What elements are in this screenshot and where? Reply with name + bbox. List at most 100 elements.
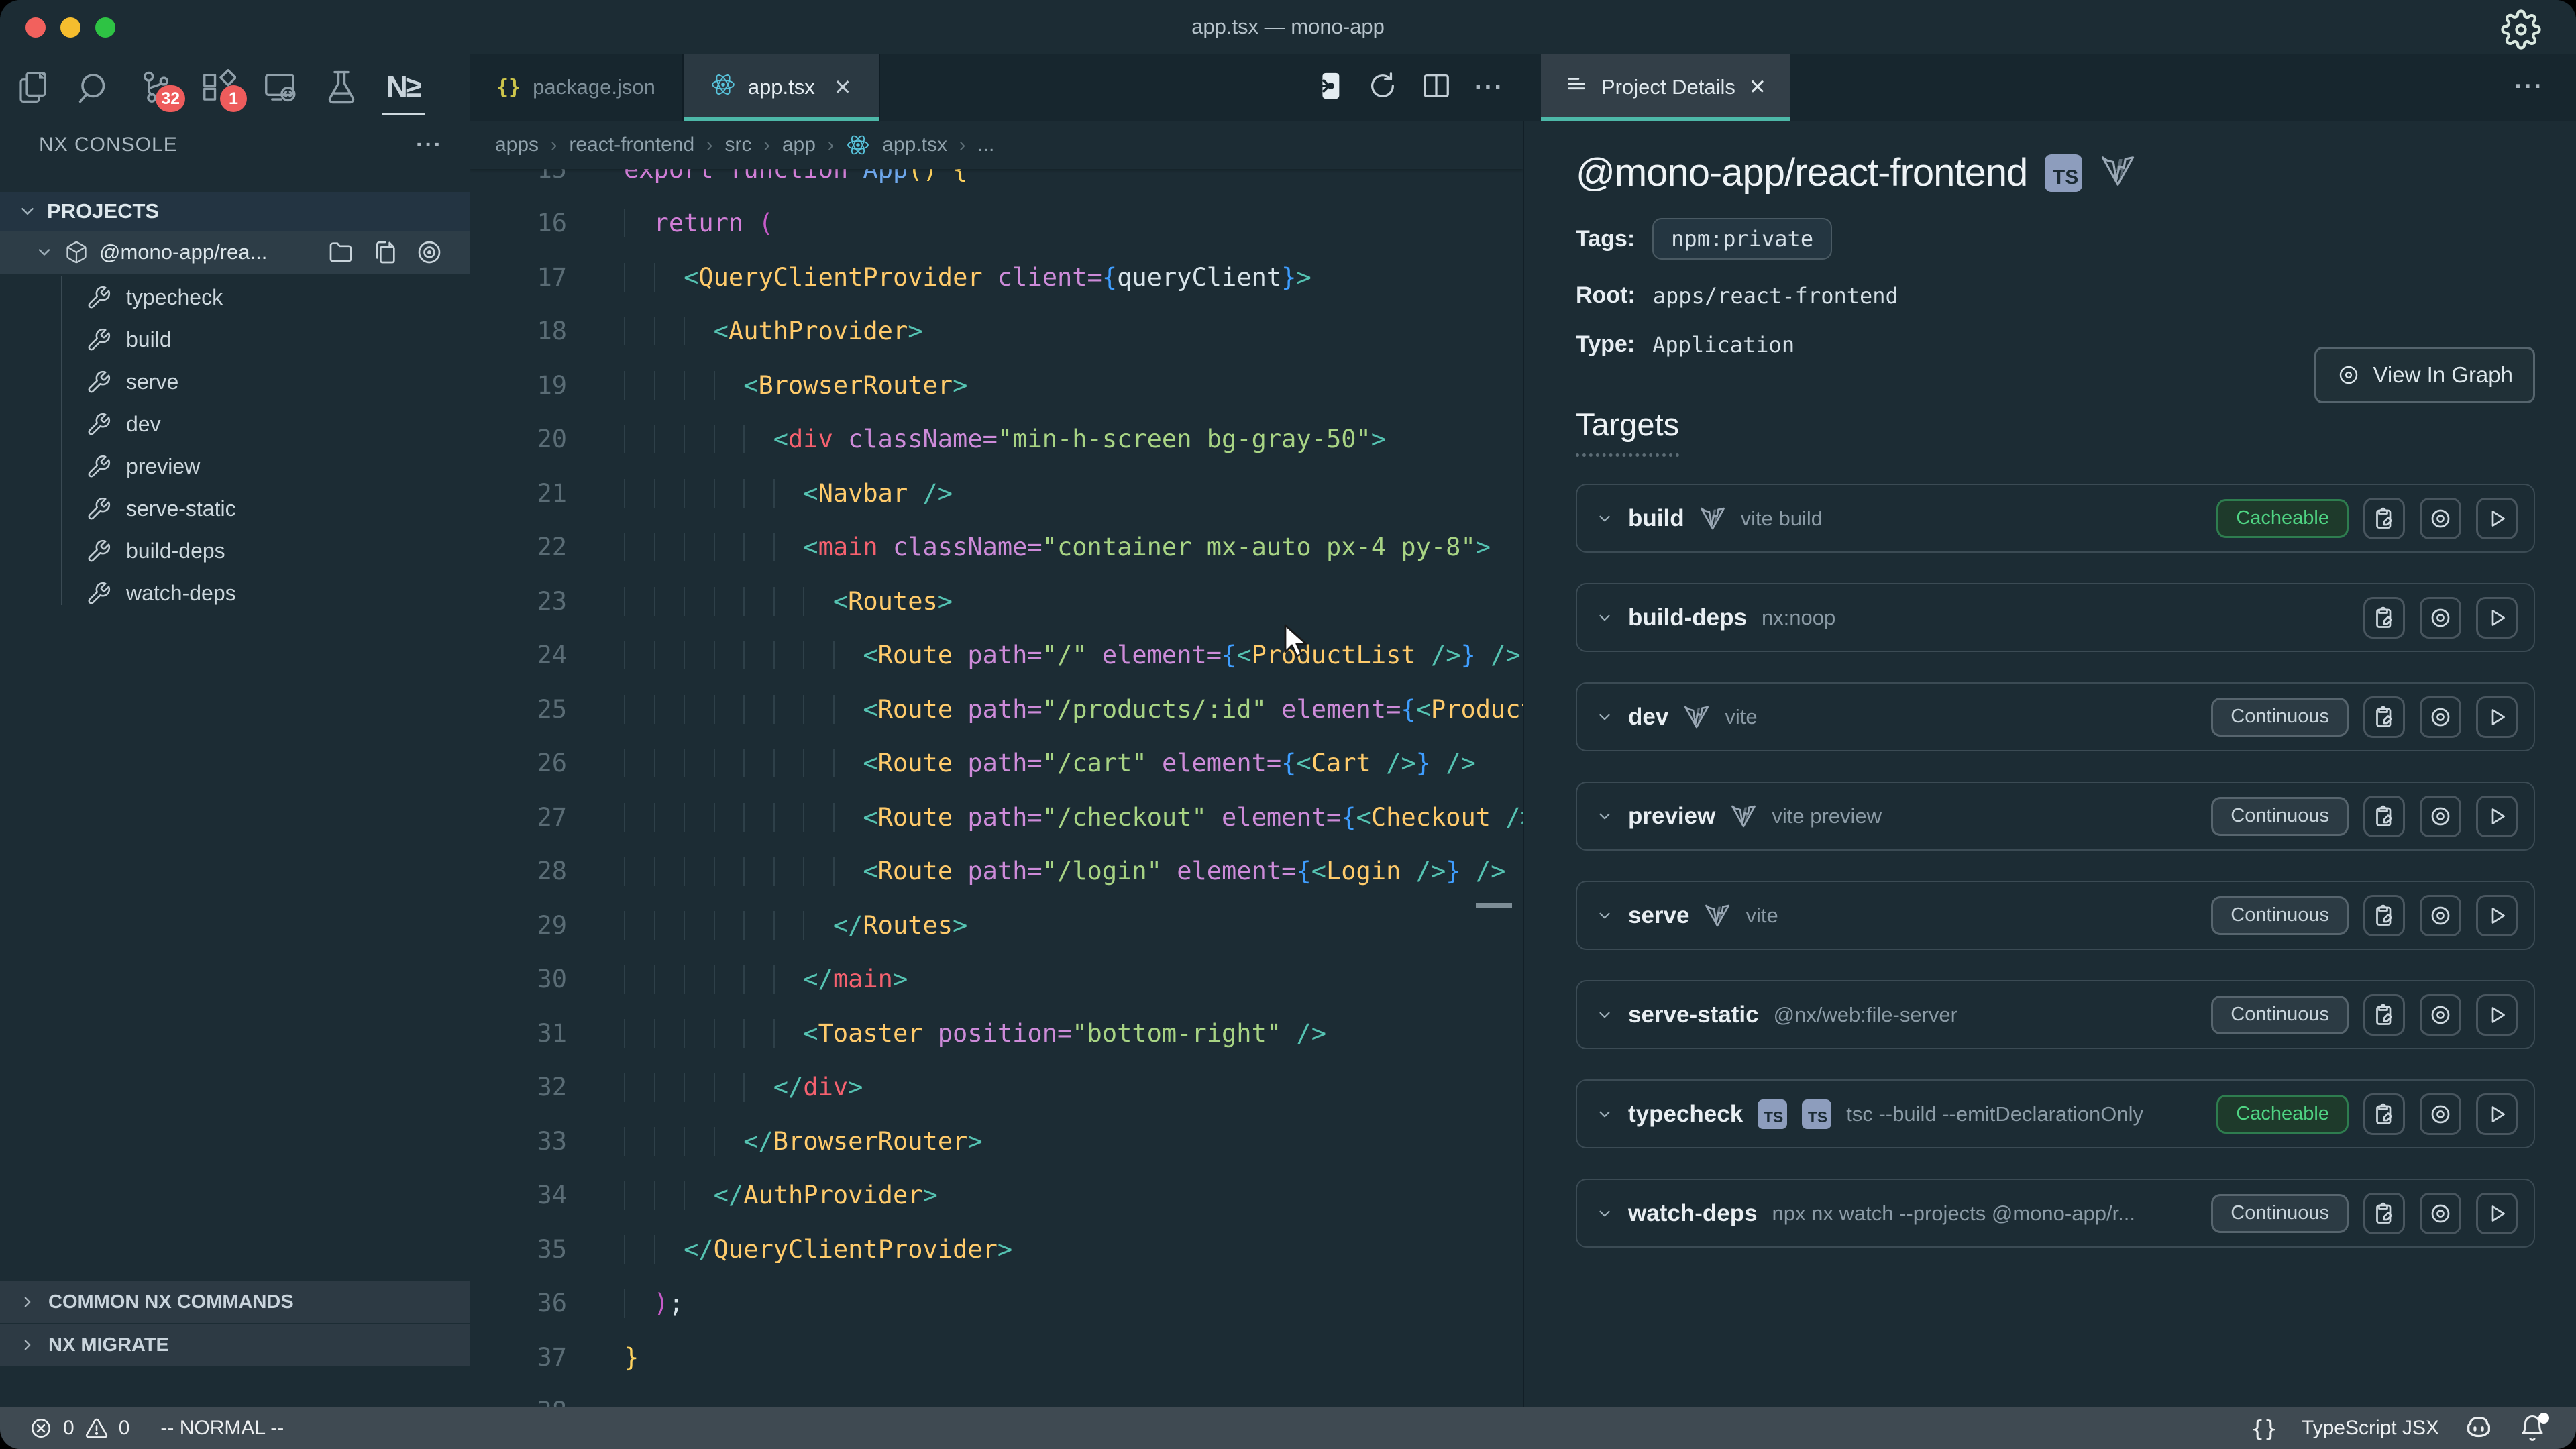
sidebar-target-typecheck[interactable]: typecheck xyxy=(0,276,470,319)
target-command: vite build xyxy=(1741,506,1823,531)
tab-package-json[interactable]: {} package.json xyxy=(470,54,684,121)
search-icon[interactable] xyxy=(76,69,113,105)
breadcrumb-separator: › xyxy=(551,134,557,156)
react-icon xyxy=(710,72,736,103)
chevron-down-icon[interactable] xyxy=(1596,1205,1613,1222)
close-panel-icon[interactable]: ✕ xyxy=(1749,75,1766,99)
copy-task-button[interactable] xyxy=(2363,796,2405,837)
breadcrumb-item[interactable]: ... xyxy=(977,133,994,156)
copy-task-button[interactable] xyxy=(2363,597,2405,639)
sidebar-more-icon[interactable]: ··· xyxy=(416,132,443,158)
chevron-down-icon[interactable] xyxy=(1596,808,1613,825)
view-in-graph-button[interactable] xyxy=(2420,1093,2461,1135)
copy-task-button[interactable] xyxy=(2363,696,2405,738)
breadcrumb-item[interactable]: app.tsx xyxy=(882,133,947,156)
breadcrumb-item[interactable]: react-frontend xyxy=(569,133,694,156)
sidebar-target-serve-static[interactable]: serve-static xyxy=(0,488,470,530)
errors-icon[interactable] xyxy=(30,1417,52,1440)
run-target-button[interactable] xyxy=(2476,696,2518,738)
copy-task-button[interactable] xyxy=(2363,498,2405,539)
breadcrumb-item[interactable]: src xyxy=(725,133,752,156)
sidebar-target-watch-deps[interactable]: watch-deps xyxy=(0,572,470,614)
chevron-down-icon[interactable] xyxy=(1596,907,1613,924)
copy-task-button[interactable] xyxy=(2363,1193,2405,1234)
view-in-graph-button[interactable] xyxy=(2420,498,2461,539)
view-in-graph-button[interactable] xyxy=(2420,994,2461,1036)
run-target-button[interactable] xyxy=(2476,498,2518,539)
code-line-37: 37} xyxy=(470,1330,1523,1385)
settings-gear-icon[interactable] xyxy=(2501,9,2541,50)
open-changes-icon[interactable] xyxy=(1313,70,1344,105)
chevron-down-icon xyxy=(17,201,38,221)
copy-file-icon[interactable] xyxy=(372,239,398,266)
run-target-button[interactable] xyxy=(2476,1093,2518,1135)
sidebar-target-build-deps[interactable]: build-deps xyxy=(0,530,470,572)
code-editor[interactable]: 15export function App() {16return (17<Qu… xyxy=(470,121,1523,1407)
line-number: 18 xyxy=(470,317,567,345)
chevron-down-icon[interactable] xyxy=(1596,1006,1613,1024)
wrench-icon xyxy=(86,370,111,395)
warnings-icon[interactable] xyxy=(85,1417,108,1440)
copilot-icon[interactable] xyxy=(2463,1413,2494,1444)
line-number: 38 xyxy=(470,1397,567,1407)
target-icon[interactable] xyxy=(416,239,443,266)
chevron-down-icon[interactable] xyxy=(1596,708,1613,726)
chevron-down-icon[interactable] xyxy=(1596,510,1613,527)
explorer-icon[interactable] xyxy=(15,69,51,105)
nx-console-icon[interactable]: N≥ xyxy=(385,69,421,105)
project-title: @mono-app/react-frontend xyxy=(1576,150,2027,195)
source-control-icon[interactable]: 32 xyxy=(138,69,174,105)
copy-task-button[interactable] xyxy=(2363,1093,2405,1135)
view-in-graph-button[interactable] xyxy=(2420,1193,2461,1234)
extensions-icon[interactable]: 1 xyxy=(200,69,236,105)
copy-task-button[interactable] xyxy=(2363,994,2405,1036)
projects-section-header[interactable]: PROJECTS xyxy=(0,192,470,231)
sidebar-target-build[interactable]: build xyxy=(0,319,470,361)
view-in-graph-button[interactable]: View In Graph xyxy=(2314,347,2535,403)
tab-project-details[interactable]: Project Details ✕ xyxy=(1541,54,1790,121)
view-in-graph-button[interactable] xyxy=(2420,696,2461,738)
code-line-22: 22<main className="container mx-auto px-… xyxy=(470,521,1523,575)
section-nx-migrate[interactable]: NX MIGRATE xyxy=(0,1324,470,1366)
copy-task-button[interactable] xyxy=(2363,895,2405,936)
view-in-graph-button[interactable] xyxy=(2420,597,2461,639)
chevron-down-icon[interactable] xyxy=(1596,1106,1613,1123)
view-in-graph-button[interactable] xyxy=(2420,895,2461,936)
testing-beaker-icon[interactable] xyxy=(323,69,360,105)
json-icon: {} xyxy=(496,76,521,99)
run-target-button[interactable] xyxy=(2476,597,2518,639)
tag-pill: npm:private xyxy=(1652,218,1832,260)
sidebar-target-serve[interactable]: serve xyxy=(0,361,470,403)
breadcrumb[interactable]: apps›react-frontend›src›app›app.tsx›... xyxy=(470,121,1523,169)
folder-icon[interactable] xyxy=(327,239,354,266)
view-in-graph-button[interactable] xyxy=(2420,796,2461,837)
continuous-badge: Continuous xyxy=(2211,996,2349,1034)
tab-app-tsx[interactable]: app.tsx ✕ xyxy=(684,54,880,121)
target-label: build-deps xyxy=(126,539,225,564)
breadcrumb-separator: › xyxy=(828,134,834,156)
sidebar-target-preview[interactable]: preview xyxy=(0,445,470,488)
targets-heading: Targets xyxy=(1576,406,1679,457)
split-editor-icon[interactable] xyxy=(1421,70,1452,105)
panel-more-icon[interactable]: ··· xyxy=(2514,72,2544,101)
run-target-button[interactable] xyxy=(2476,796,2518,837)
section-common-nx-commands[interactable]: COMMON NX COMMANDS xyxy=(0,1281,470,1323)
run-target-button[interactable] xyxy=(2476,895,2518,936)
breadcrumb-item[interactable]: apps xyxy=(495,133,539,156)
project-row[interactable]: @mono-app/rea... xyxy=(0,231,470,274)
wrench-icon xyxy=(86,581,111,606)
breadcrumb-item[interactable]: app xyxy=(782,133,816,156)
run-target-button[interactable] xyxy=(2476,994,2518,1036)
notifications-bell-icon[interactable] xyxy=(2518,1414,2546,1442)
line-number: 30 xyxy=(470,965,567,994)
refresh-icon[interactable] xyxy=(1367,70,1398,105)
chevron-down-icon[interactable] xyxy=(1596,609,1613,627)
language-mode[interactable]: TypeScript JSX xyxy=(2302,1417,2439,1440)
sidebar-target-dev[interactable]: dev xyxy=(0,403,470,445)
vim-cursor xyxy=(1476,903,1512,908)
more-actions-icon[interactable]: ··· xyxy=(1474,73,1504,102)
target-label: serve xyxy=(126,370,178,394)
run-target-button[interactable] xyxy=(2476,1193,2518,1234)
close-tab-icon[interactable]: ✕ xyxy=(834,74,852,100)
remote-explorer-icon[interactable] xyxy=(262,69,298,105)
